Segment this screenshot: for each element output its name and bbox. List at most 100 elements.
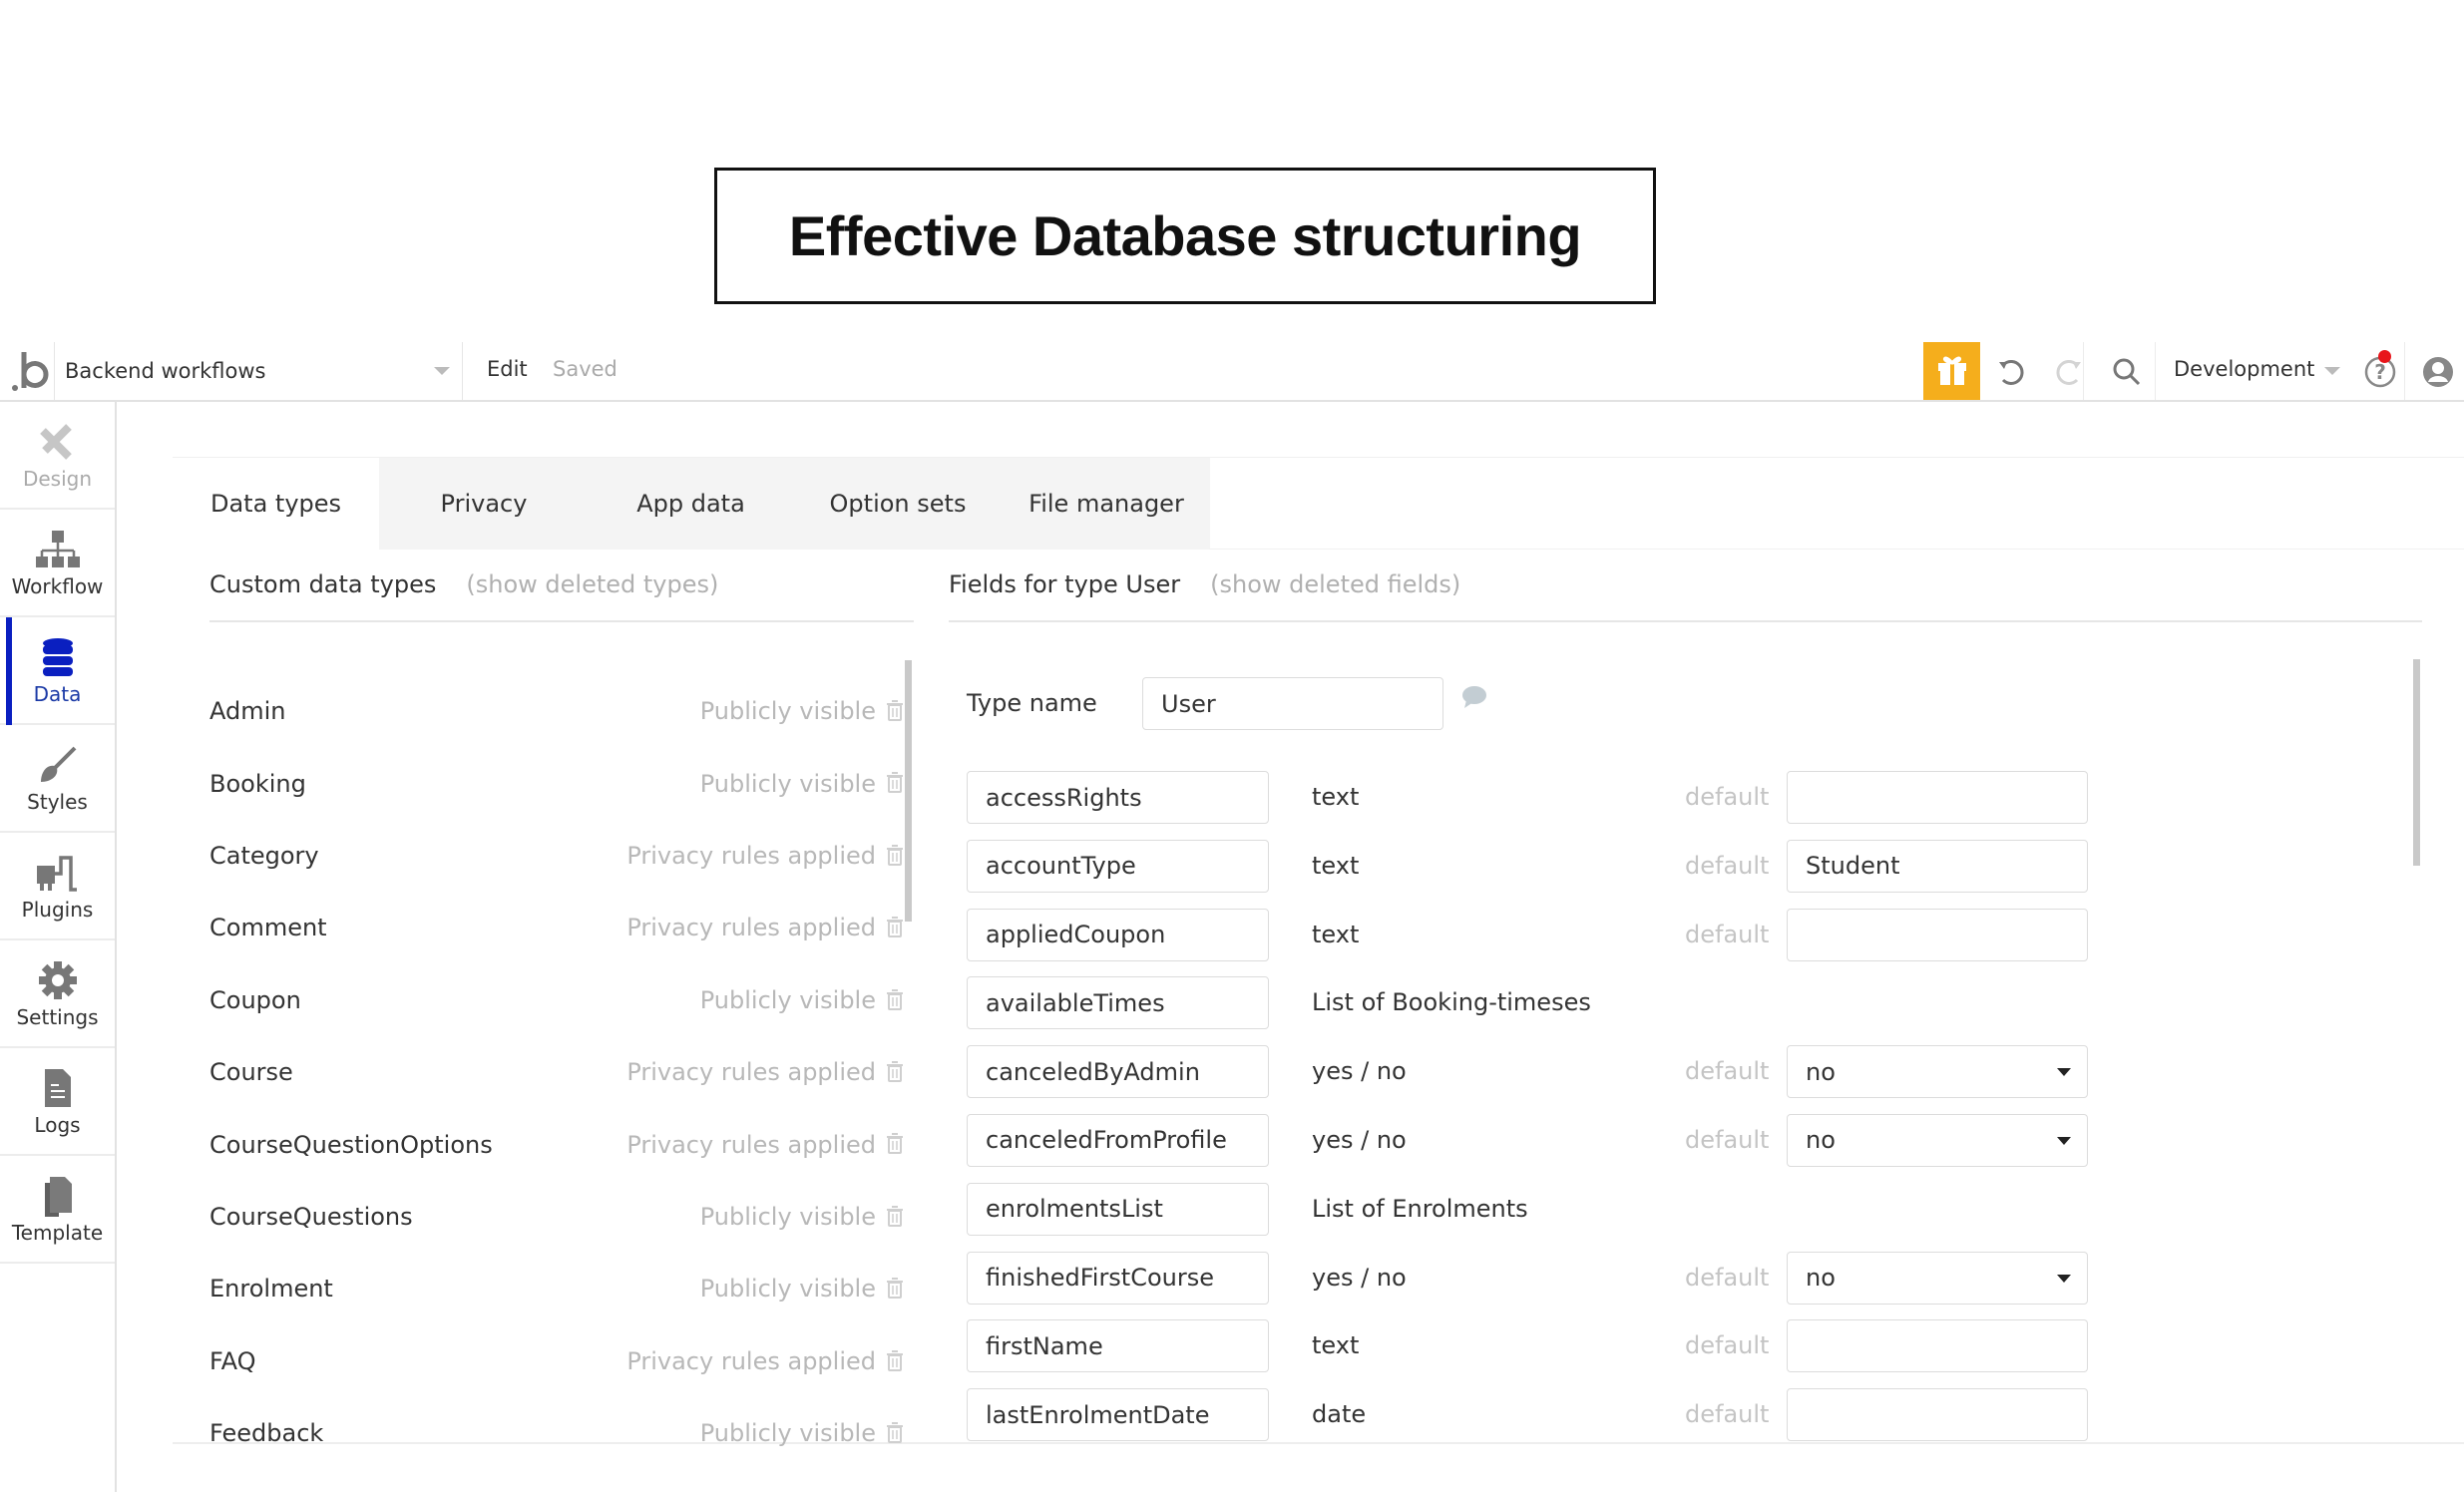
list-item[interactable]: CourseQuestionOptions Privacy rules appli… — [209, 1108, 928, 1180]
tab-app-data[interactable]: App data — [589, 458, 793, 550]
default-dropdown[interactable]: no — [1787, 1045, 2088, 1099]
search-button[interactable] — [2107, 352, 2147, 392]
undo-button[interactable] — [1991, 352, 2031, 392]
visibility-status: Publicly visible — [699, 1202, 876, 1231]
list-item[interactable]: Category Privacy rules applied — [209, 820, 928, 892]
default-dropdown[interactable]: no — [1787, 1113, 2088, 1167]
visibility-status: Publicly visible — [699, 1419, 876, 1448]
type-name: CourseQuestions — [209, 1202, 413, 1231]
divider — [209, 620, 914, 622]
top-header: Backend workflows Edit Saved Development… — [0, 342, 2464, 402]
default-input[interactable] — [1787, 1319, 2088, 1373]
tab-privacy[interactable]: Privacy — [379, 458, 589, 550]
field-name-input[interactable] — [967, 1182, 1269, 1236]
list-item[interactable]: Enrolment Publicly visible — [209, 1253, 928, 1324]
default-label: default — [1685, 783, 1770, 811]
field-type: text — [1312, 851, 1360, 880]
sidebar-item-label: Data — [33, 682, 82, 706]
sidebar-item-workflow[interactable]: Workflow — [0, 510, 115, 617]
field-name-input[interactable] — [967, 771, 1269, 824]
sidebar-item-template[interactable]: Template — [0, 1156, 115, 1264]
type-name: CourseQuestionOptions — [209, 1130, 493, 1159]
trash-icon[interactable] — [886, 1060, 904, 1086]
types-scrollbar[interactable] — [905, 660, 912, 922]
list-item[interactable]: Admin Publicly visible — [209, 675, 928, 747]
trash-icon[interactable] — [886, 1277, 904, 1303]
environment-dropdown[interactable]: Development — [2174, 357, 2314, 381]
sidebar-item-logs[interactable]: Logs — [0, 1048, 115, 1156]
design-icon — [35, 419, 81, 465]
chevron-down-icon — [2324, 367, 2340, 375]
trash-icon[interactable] — [886, 1205, 904, 1231]
field-name-input[interactable] — [967, 908, 1269, 961]
comment-icon[interactable] — [1461, 685, 1487, 713]
sidebar-item-label: Logs — [34, 1113, 81, 1137]
field-type: yes / no — [1312, 1263, 1407, 1292]
list-item[interactable]: Course Privacy rules applied — [209, 1036, 928, 1108]
fields-title: Fields for type User — [949, 570, 1181, 598]
trash-icon[interactable] — [886, 844, 904, 870]
default-dropdown[interactable]: no — [1787, 1251, 2088, 1305]
field-type: yes / no — [1312, 1057, 1407, 1086]
brush-icon — [35, 742, 81, 788]
field-name-input[interactable] — [967, 976, 1269, 1030]
template-icon — [35, 1173, 81, 1219]
list-item[interactable]: Comment Privacy rules applied — [209, 892, 928, 963]
tab-option-sets[interactable]: Option sets — [793, 458, 1003, 550]
show-deleted-types-link[interactable]: (show deleted types) — [466, 570, 718, 598]
sidebar-item-styles[interactable]: Styles — [0, 725, 115, 833]
trash-icon[interactable] — [886, 916, 904, 941]
trash-icon[interactable] — [886, 988, 904, 1014]
list-item[interactable]: CourseQuestions Publicly visible — [209, 1181, 928, 1253]
trash-icon[interactable] — [886, 771, 904, 797]
field-name-input[interactable] — [967, 1045, 1269, 1099]
sidebar-item-data[interactable]: Data — [0, 617, 115, 725]
custom-types-header: Custom data types (show deleted types) — [209, 570, 718, 598]
default-label: default — [1685, 1331, 1770, 1360]
field-name-input[interactable] — [967, 1113, 1269, 1167]
list-item[interactable]: Booking Publicly visible — [209, 747, 928, 819]
sidebar-item-label: Design — [22, 467, 93, 491]
type-name-input[interactable] — [1142, 677, 1443, 730]
field-name-input[interactable] — [967, 1251, 1269, 1305]
list-item[interactable]: Coupon Publicly visible — [209, 964, 928, 1036]
sidebar-item-settings[interactable]: Settings — [0, 940, 115, 1048]
field-name-input[interactable] — [967, 1388, 1269, 1442]
slide-title-box: Effective Database structuring — [714, 168, 1656, 304]
trash-icon[interactable] — [886, 1349, 904, 1375]
dropdown-arrow-icon — [2057, 1274, 2071, 1283]
default-label: default — [1685, 1400, 1770, 1429]
field-name-input[interactable] — [967, 1319, 1269, 1373]
bubble-logo-icon[interactable] — [10, 346, 54, 396]
list-item[interactable]: Feedback Publicly visible — [209, 1397, 928, 1469]
trash-icon[interactable] — [886, 1421, 904, 1447]
type-name: Course — [209, 1058, 293, 1087]
visibility-status: Privacy rules applied — [626, 1058, 876, 1087]
field-type: text — [1312, 783, 1360, 811]
default-input[interactable] — [1787, 771, 2088, 824]
sidebar-item-plugins[interactable]: Plugins — [0, 833, 115, 940]
show-deleted-fields-link[interactable]: (show deleted fields) — [1210, 570, 1460, 598]
sidebar-item-design[interactable]: Design — [0, 402, 115, 510]
default-label: default — [1685, 851, 1770, 880]
default-value: no — [1806, 1126, 1836, 1155]
page-selector-dropdown[interactable]: Backend workflows — [54, 342, 463, 400]
field-name-input[interactable] — [967, 839, 1269, 893]
undo-icon — [1999, 359, 2024, 385]
default-input[interactable] — [1787, 1388, 2088, 1442]
list-item[interactable]: FAQ Privacy rules applied — [209, 1325, 928, 1397]
document-icon — [35, 1065, 81, 1111]
account-button[interactable] — [2418, 352, 2458, 392]
gift-button[interactable] — [1923, 342, 1980, 400]
trash-icon[interactable] — [886, 699, 904, 725]
edit-menu[interactable]: Edit — [487, 357, 528, 381]
tab-file-manager[interactable]: File manager — [1003, 458, 1210, 550]
visibility-status: Privacy rules applied — [626, 1130, 876, 1159]
trash-icon[interactable] — [886, 1132, 904, 1158]
tab-data-types[interactable]: Data types — [173, 458, 379, 550]
field-row: text default — [967, 1311, 2423, 1380]
default-input[interactable] — [1787, 908, 2088, 961]
default-input[interactable]: Student — [1787, 839, 2088, 893]
default-value: no — [1806, 1057, 1836, 1086]
sidebar-item-label: Template — [11, 1221, 104, 1245]
